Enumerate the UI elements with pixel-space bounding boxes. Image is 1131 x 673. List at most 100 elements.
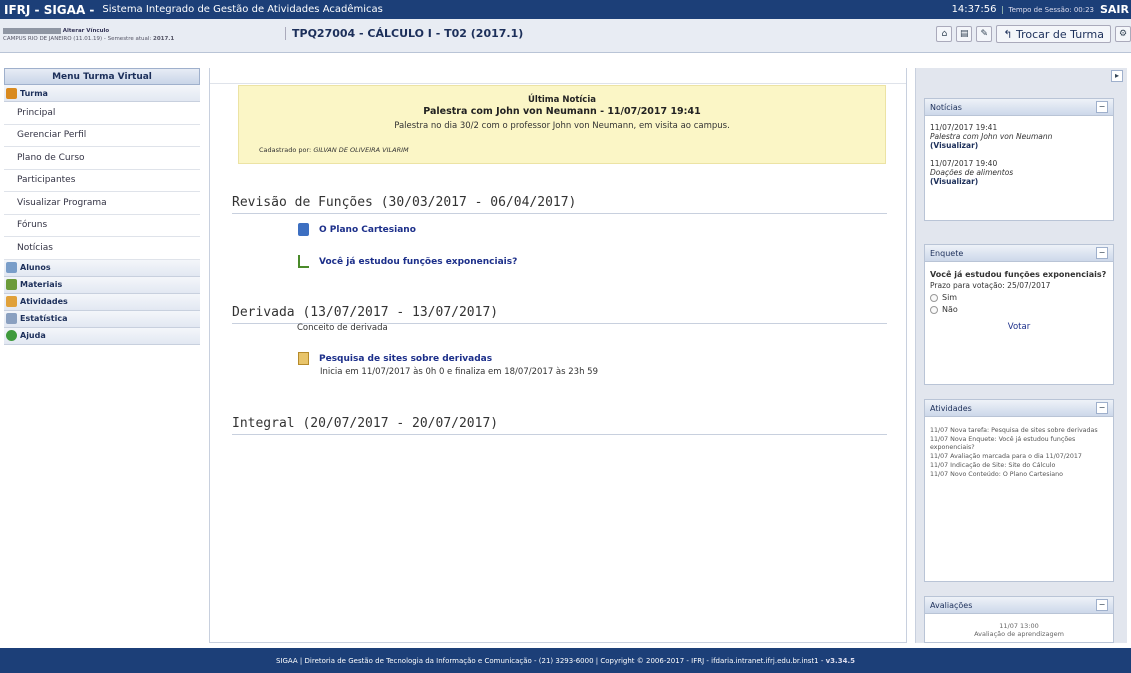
panel-title: Atividades bbox=[930, 403, 972, 413]
section-label: Ajuda bbox=[20, 331, 46, 340]
news-date: 11/07/2017 19:40 bbox=[930, 159, 998, 168]
activity-item[interactable]: 11/07 Avaliação marcada para o dia 11/07… bbox=[930, 453, 1108, 461]
main-content: Última Notícia Palestra com John von Neu… bbox=[209, 68, 907, 643]
activity-item[interactable]: 11/07 Novo Conteúdo: O Plano Cartesiano bbox=[930, 471, 1108, 479]
minimize-icon[interactable]: − bbox=[1096, 599, 1108, 611]
sidebar-item-participantes[interactable]: Participantes bbox=[4, 170, 200, 192]
resource-pesquisa[interactable]: Pesquisa de sites sobre derivadas bbox=[298, 352, 492, 365]
news-headline: Palestra com John von Neumann - 11/07/20… bbox=[423, 106, 701, 117]
minimize-icon[interactable]: − bbox=[1096, 101, 1108, 113]
right-sidebar: ▸ Notícias − 11/07/2017 19:41 Palestra co… bbox=[915, 68, 1127, 643]
activity-item[interactable]: 11/07 Nova tarefa: Pesquisa de sites sob… bbox=[930, 427, 1108, 435]
activity-item[interactable]: 11/07 Nova Enquete: Você já estudou funç… bbox=[930, 436, 1108, 452]
settings-icon[interactable]: ⚙ bbox=[1115, 26, 1131, 42]
change-class-label: Trocar de Turma bbox=[1016, 27, 1104, 41]
user-name-redacted bbox=[3, 27, 61, 34]
news-title: Palestra com John von Neumann bbox=[930, 132, 1053, 141]
news-author: GILVAN DE OLIVEIRA VILARIM bbox=[313, 146, 409, 154]
logout-link[interactable]: SAIR bbox=[1100, 3, 1129, 16]
news-date: 11/07/2017 19:41 bbox=[930, 123, 998, 132]
radio-icon bbox=[930, 305, 938, 314]
main-header bbox=[210, 68, 906, 84]
collapse-icon[interactable]: ▸ bbox=[1111, 70, 1123, 82]
topic-subtitle: Conceito de derivada bbox=[297, 323, 388, 333]
change-link-label[interactable]: Alterar Vínculo bbox=[63, 28, 109, 34]
section-label: Materiais bbox=[20, 280, 63, 289]
news-label: Última Notícia bbox=[528, 95, 596, 105]
activity-item[interactable]: 11/07 Indicação de Site: Site do Cálculo bbox=[930, 462, 1108, 470]
back-arrow-icon: ↰ bbox=[1003, 27, 1017, 41]
sidebar-item-noticias[interactable]: Notícias bbox=[4, 237, 200, 260]
section-label: Alunos bbox=[20, 263, 51, 272]
panel-title: Notícias bbox=[930, 102, 962, 112]
course-title: TPQ27004 - CÁLCULO I - T02 (2017.1) bbox=[285, 27, 523, 40]
option-label: Sim bbox=[942, 293, 958, 302]
minimize-icon[interactable]: − bbox=[1096, 247, 1108, 259]
panel-title: Avaliações bbox=[930, 600, 973, 610]
alunos-icon bbox=[6, 262, 17, 273]
option-label: Não bbox=[942, 305, 958, 314]
resource-label: Você já estudou funções exponenciais? bbox=[319, 256, 518, 267]
ajuda-icon bbox=[6, 330, 17, 341]
resource-label: O Plano Cartesiano bbox=[319, 224, 416, 235]
section-atividades[interactable]: Atividades bbox=[4, 293, 200, 311]
session-timer: Tempo de Sessão: 00:23 bbox=[1002, 5, 1094, 14]
clock: 14:37:56 bbox=[951, 4, 997, 15]
evaluations-panel: Avaliações − 11/07 13:00 Avaliação de apr… bbox=[924, 596, 1114, 643]
evaluation-text: Avaliação de aprendizagem bbox=[974, 630, 1064, 638]
materiais-icon bbox=[6, 279, 17, 290]
sidebar-item-visualizar-programa[interactable]: Visualizar Programa bbox=[4, 192, 200, 215]
view-news-link[interactable]: (Visualizar) bbox=[930, 177, 1108, 186]
radio-icon bbox=[930, 293, 938, 302]
section-turma[interactable]: Turma bbox=[4, 85, 200, 102]
view-news-link[interactable]: (Visualizar) bbox=[930, 141, 1108, 150]
poll-deadline: Prazo para votação: 25/07/2017 bbox=[930, 281, 1051, 290]
section-alunos[interactable]: Alunos bbox=[4, 259, 200, 277]
document-icon bbox=[298, 223, 309, 236]
edit-icon[interactable]: ✎ bbox=[976, 26, 993, 42]
change-class-button[interactable]: ↰ Trocar de Turma bbox=[996, 25, 1111, 43]
footer-text: SIGAA | Diretoria de Gestão de Tecnologi… bbox=[276, 656, 824, 665]
print-icon[interactable]: ▤ bbox=[956, 26, 973, 42]
campus-info: CAMPUS RIO DE JANEIRO (11.01.19) - Semes… bbox=[3, 36, 152, 42]
sidebar-item-foruns[interactable]: Fóruns bbox=[4, 215, 200, 237]
resource-label: Pesquisa de sites sobre derivadas bbox=[319, 353, 493, 364]
activities-panel: Atividades − 11/07 Nova tarefa: Pesquisa … bbox=[924, 399, 1114, 582]
panel-title: Enquete bbox=[930, 248, 964, 258]
poll-option-nao[interactable]: Não bbox=[930, 305, 1108, 314]
top-bar: IFRJ - SIGAA - Sistema Integrado de Gest… bbox=[0, 0, 1131, 19]
resource-enquete[interactable]: Você já estudou funções exponenciais? bbox=[298, 255, 517, 268]
app-title: IFRJ - SIGAA - bbox=[4, 2, 95, 17]
section-label: Atividades bbox=[20, 297, 68, 306]
sidebar-item-plano-de-curso[interactable]: Plano de Curso bbox=[4, 147, 200, 170]
author-prefix: Cadastrado por: bbox=[259, 146, 312, 154]
version: v3.34.5 bbox=[825, 656, 855, 665]
evaluation-date: 11/07 13:00 bbox=[999, 622, 1039, 630]
user-info: Alterar Vínculo CAMPUS RIO DE JANEIRO (1… bbox=[3, 27, 174, 43]
poll-question: Você já estudou funções exponenciais? bbox=[930, 270, 1107, 279]
sidebar-item-principal[interactable]: Principal bbox=[4, 102, 200, 125]
news-text: Palestra no dia 30/2 com o professor Joh… bbox=[394, 121, 730, 131]
latest-news: Última Notícia Palestra com John von Neu… bbox=[238, 85, 886, 164]
poll-panel: Enquete − Você já estudou funções exponen… bbox=[924, 244, 1114, 385]
section-ajuda[interactable]: Ajuda bbox=[4, 327, 200, 345]
section-estatistica[interactable]: Estatística bbox=[4, 310, 200, 328]
system-name: Sistema Integrado de Gestão de Atividade… bbox=[102, 4, 383, 15]
task-icon bbox=[298, 352, 309, 365]
news-panel: Notícias − 11/07/2017 19:41 Palestra com … bbox=[924, 98, 1114, 221]
section-materiais[interactable]: Materiais bbox=[4, 276, 200, 294]
poll-option-sim[interactable]: Sim bbox=[930, 293, 1108, 302]
course-header: Alterar Vínculo CAMPUS RIO DE JANEIRO (1… bbox=[0, 19, 1131, 53]
menu-title: Menu Turma Virtual bbox=[4, 68, 200, 85]
topic-title: Revisão de Funções (30/03/2017 - 06/04/2… bbox=[232, 195, 887, 214]
section-label: Turma bbox=[20, 88, 48, 98]
resource-plano-cartesiano[interactable]: O Plano Cartesiano bbox=[298, 223, 416, 236]
atividades-icon bbox=[6, 296, 17, 307]
minimize-icon[interactable]: − bbox=[1096, 402, 1108, 414]
sidebar-item-gerenciar-perfil[interactable]: Gerenciar Perfil bbox=[4, 125, 200, 147]
vote-button[interactable]: Votar bbox=[930, 322, 1108, 332]
header-toolbar: ⌂ ▤ ✎ ↰ Trocar de Turma ⚙ bbox=[936, 25, 1131, 43]
news-author-line: Cadastrado por: GILVAN DE OLIVEIRA VILAR… bbox=[259, 146, 885, 154]
turma-icon bbox=[6, 87, 17, 99]
home-icon[interactable]: ⌂ bbox=[936, 26, 953, 42]
